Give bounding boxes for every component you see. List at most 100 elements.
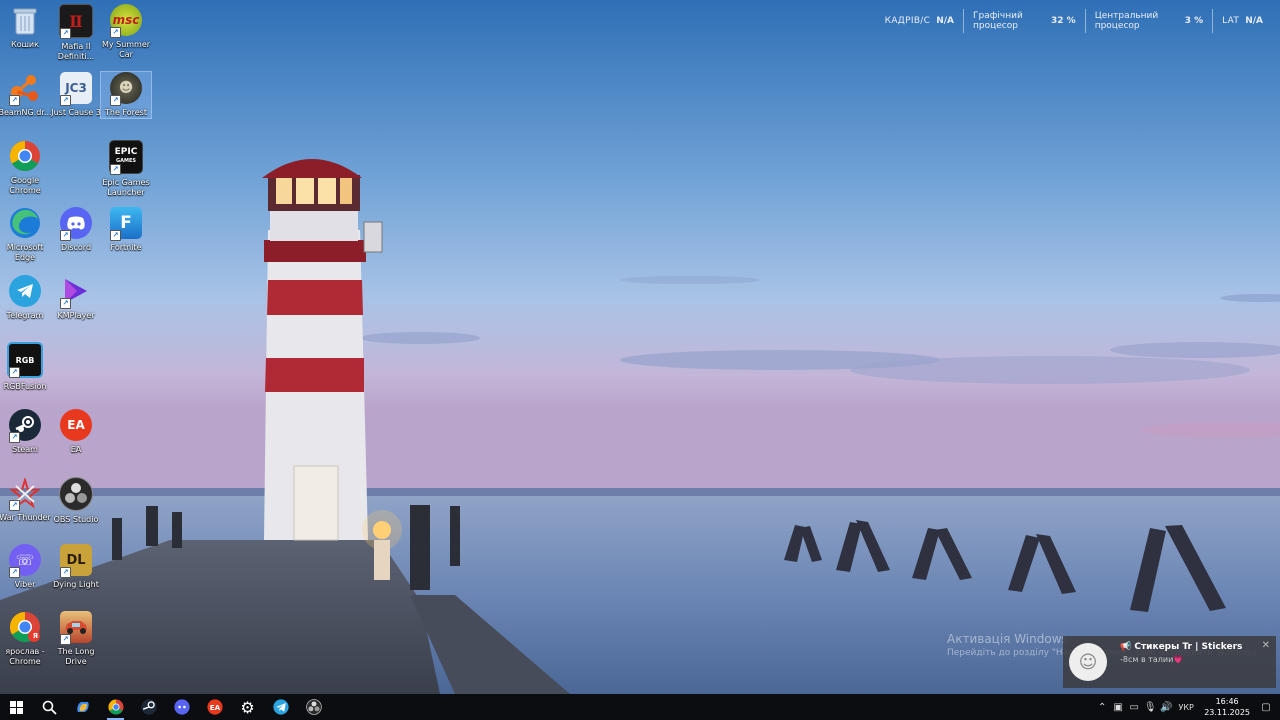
desktop-icon-label: EA: [70, 445, 82, 454]
desktop-icon-beamng[interactable]: ↗ BeamNG.dr...: [0, 72, 52, 118]
microphone-icon[interactable]: 🎙: [1142, 702, 1158, 713]
taskbar: EA ⚙ ⌃ ▣ ▭ 🎙 🔊 УКР 16:46 23.11.2025 ▢: [0, 694, 1280, 720]
desktop-icon-viber[interactable]: ☏ ↗ Viber: [0, 544, 50, 590]
display-icon[interactable]: ▭: [1126, 702, 1142, 713]
desktop-icon-the-long-drive[interactable]: ↗ The Long Drive: [51, 611, 101, 667]
telegram-icon: [9, 275, 41, 307]
gpu-value: 32 %: [1051, 16, 1076, 26]
desktop-icon-just-cause-3[interactable]: JC3 ↗ Just Cause 3: [51, 72, 101, 118]
desktop-icon-label: RGBFusion: [3, 382, 47, 391]
desktop-icon-fortnite[interactable]: F ↗ Fortnite: [101, 207, 151, 253]
obs-icon: [59, 477, 93, 511]
desktop-icon-yaroslav-chrome[interactable]: Я ярослав - Chrome: [0, 611, 50, 667]
epic-icon-text: EPIC: [114, 147, 138, 157]
desktop-icon-steam[interactable]: ↗ Steam: [0, 409, 50, 455]
desktop-icon-my-summer-car[interactable]: msc ↗ My Summer Car: [101, 4, 151, 60]
discord-icon: ↗: [60, 207, 92, 241]
desktop-icon-google-chrome[interactable]: Google Chrome: [0, 140, 50, 196]
network-device-icon[interactable]: ▣: [1110, 702, 1126, 713]
steam-icon: ↗: [9, 409, 41, 443]
fps-block: КАДРІВ/С N/A: [876, 9, 963, 33]
msc-icon-text: msc: [112, 13, 140, 27]
desktop-icon-label: The Long Drive: [57, 647, 95, 666]
desktop-icon-obs-studio[interactable]: OBS Studio: [51, 477, 101, 525]
desktop-icon-label: Кошик: [11, 40, 39, 49]
desktop-icon-recycle-bin[interactable]: Кошик: [0, 4, 50, 50]
desktop-icon-label: Telegram: [6, 311, 44, 320]
rgbfusion-icon: RGB ↗: [7, 342, 43, 378]
desktop-icon-ea[interactable]: EA EA: [51, 409, 101, 455]
jc3-icon: JC3 ↗: [60, 72, 92, 106]
latency-block: LAT N/A: [1212, 9, 1272, 33]
clock-time: 16:46: [1215, 697, 1239, 706]
close-icon[interactable]: ✕: [1262, 640, 1270, 651]
gpu-label: Графічний процесор: [973, 11, 1023, 31]
desktop-icon-discord[interactable]: ↗ Discord: [51, 207, 101, 253]
taskbar-discord[interactable]: [165, 694, 198, 720]
telegram-icon: [272, 699, 289, 715]
volume-icon[interactable]: 🔊: [1158, 702, 1174, 713]
taskbar-telegram[interactable]: [264, 694, 297, 720]
taskbar-settings[interactable]: ⚙: [231, 694, 264, 720]
clock-date: 23.11.2025: [1204, 708, 1250, 717]
kmplayer-icon: ↗: [60, 275, 92, 309]
copilot-icon: [76, 701, 89, 713]
cpu-block: Центральний процесор 3 %: [1084, 9, 1212, 33]
obs-icon: [305, 699, 322, 715]
desktop-icon-microsoft-edge[interactable]: Microsoft Edge: [0, 207, 50, 263]
desktop-icon-rgbfusion[interactable]: RGB ↗ RGBFusion: [0, 342, 50, 392]
taskbar-ea[interactable]: EA: [198, 694, 231, 720]
desktop-icon-label: Epic Games Launcher: [102, 178, 150, 197]
taskbar-obs[interactable]: [297, 694, 330, 720]
notification-toast[interactable]: ☺ 📢 Стикеры Tr | Stickers -8см в талии💗 …: [1063, 636, 1276, 688]
latency-value: N/A: [1245, 16, 1263, 26]
edge-icon: [9, 207, 41, 239]
desktop-icon-war-thunder[interactable]: ↗ War Thunder: [0, 477, 51, 523]
notification-center-icon[interactable]: ▢: [1258, 702, 1274, 713]
beamng-icon: ↗: [9, 72, 41, 106]
desktop-icon-telegram[interactable]: Telegram: [0, 275, 50, 321]
chevron-up-icon[interactable]: ⌃: [1094, 702, 1110, 713]
desktop-icon-label: Microsoft Edge: [6, 243, 44, 262]
desktop-icon-label: Viber: [14, 580, 36, 589]
mafia-icon: Ⅱ ↗: [59, 4, 93, 39]
system-tray: ⌃ ▣ ▭ 🎙 🔊 УКР 16:46 23.11.2025 ▢: [1094, 694, 1280, 720]
chrome-icon: [107, 699, 123, 715]
ya-icon-text: Я: [32, 632, 38, 640]
ea-icon: EA: [60, 409, 92, 441]
desktop-icon-kmplayer[interactable]: ↗ KMPlayer: [51, 275, 101, 321]
start-button[interactable]: [0, 694, 33, 720]
desktop-icon-label: Just Cause 3: [51, 108, 101, 117]
settings-icon: ⚙: [240, 697, 255, 717]
desktop-icon-the-forest[interactable]: ☻ ↗ The Forest: [100, 71, 152, 119]
desktop-icon-dying-light[interactable]: DL ↗ Dying Light: [51, 544, 101, 590]
desktop-icon-label: BeamNG.dr...: [0, 108, 52, 117]
taskbar-steam[interactable]: [132, 694, 165, 720]
desktop-icon-label: War Thunder: [0, 513, 51, 522]
viber-icon: ☏ ↗: [9, 544, 41, 578]
copilot-button[interactable]: [66, 694, 99, 720]
desktop-wallpaper: [0, 0, 1280, 694]
desktop-icon-label: Steam: [12, 445, 38, 454]
search-icon: [42, 700, 57, 715]
desktop-icon-label: KMPlayer: [57, 311, 95, 320]
recycle-bin-icon: [9, 4, 41, 36]
ea-icon: EA: [206, 699, 223, 715]
toast-title: 📢 Стикеры Tr | Stickers: [1120, 642, 1243, 652]
war-thunder-icon: ↗: [9, 477, 41, 511]
desktop-icon-label: The Forest: [105, 108, 147, 117]
dl-icon-text: DL: [66, 552, 86, 568]
desktop-icon-label: Discord: [60, 243, 92, 252]
msc-icon: msc ↗: [110, 4, 142, 38]
desktop-icon-label: Google Chrome: [9, 176, 41, 195]
taskbar-chrome[interactable]: [99, 694, 132, 720]
fps-label: КАДРІВ/С: [884, 16, 931, 26]
desktop-icon-epic-games[interactable]: EPIC GAMES ↗ Epic Games Launcher: [101, 140, 151, 198]
desktop-icon-mafia-ii[interactable]: Ⅱ ↗ Mafia II Definiti...: [51, 4, 101, 62]
clock[interactable]: 16:46 23.11.2025: [1204, 696, 1250, 718]
toast-body: -8см в талии💗: [1120, 655, 1184, 664]
search-button[interactable]: [33, 694, 66, 720]
fortnite-icon-text: F: [120, 213, 132, 233]
fps-value: N/A: [936, 16, 955, 26]
language-indicator[interactable]: УКР: [1174, 703, 1198, 712]
